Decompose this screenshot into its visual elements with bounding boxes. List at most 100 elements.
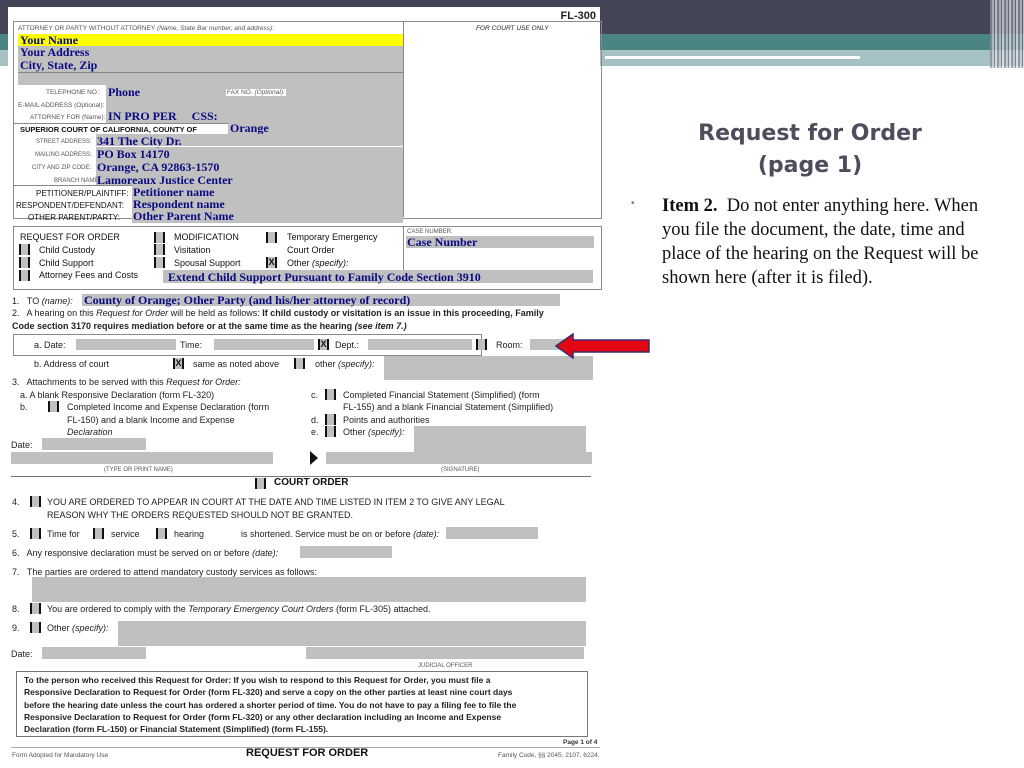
- attorney-for-value[interactable]: IN PRO PER CSS:: [108, 109, 218, 124]
- slide-title-line1: Request for Order: [698, 121, 922, 146]
- item5-time-for: Time for: [47, 529, 80, 539]
- bullet-bold: Item 2.: [662, 196, 718, 216]
- court-use-only-label: FOR COURT USE ONLY: [476, 25, 549, 32]
- mailing-label: MAILING ADDRESS:: [35, 152, 92, 158]
- city-zip-label: CITY AND ZIP CODE:: [32, 165, 92, 171]
- checkbox-other[interactable]: X: [266, 257, 277, 268]
- same-address-label: same as noted above: [193, 359, 280, 369]
- checkbox-modification[interactable]: [154, 232, 165, 243]
- address-extra-field[interactable]: [18, 73, 403, 85]
- signature-label: (SIGNATURE): [441, 467, 480, 473]
- slide-title-line2: (page 1): [757, 153, 863, 178]
- item6-date-field[interactable]: [300, 546, 392, 558]
- option-modification: MODIFICATION: [174, 232, 239, 242]
- arrow-shape: [555, 333, 650, 359]
- item3-b-line1: Completed Income and Expense Declaration…: [67, 402, 270, 412]
- other-address-label: other (specify):: [315, 359, 375, 369]
- other-address-checkbox[interactable]: [294, 358, 305, 369]
- email-label: E-MAIL ADDRESS (Optional):: [18, 102, 105, 109]
- item3-d-checkbox[interactable]: [325, 414, 336, 425]
- footer-left: Form Adopted for Mandatory Use: [12, 752, 109, 759]
- case-number-value[interactable]: Case Number: [407, 235, 477, 250]
- item3-a: a. A blank Responsive Declaration (form …: [20, 390, 215, 400]
- checkbox-spousal-support[interactable]: [154, 257, 165, 268]
- branch-label: BRANCH NAME:: [54, 178, 101, 184]
- option-attorney-fees: Attorney Fees and Costs: [39, 270, 139, 280]
- court-order-heading: COURT ORDER: [274, 477, 349, 488]
- slide-light-band-2: [605, 59, 965, 66]
- fax-label: FAX NO. (Optional):: [226, 89, 286, 96]
- dept-checkbox[interactable]: X: [318, 339, 329, 350]
- item3-e-label: Other (specify):: [343, 427, 405, 437]
- item3-c-line1: Completed Financial Statement (Simplifie…: [343, 390, 540, 400]
- option-visitation: Visitation: [174, 245, 211, 255]
- hearing-time-label: Time:: [180, 340, 203, 350]
- hearing-date-field[interactable]: [76, 339, 176, 350]
- item5-date-field[interactable]: [446, 527, 538, 539]
- same-address-checkbox[interactable]: X: [173, 358, 184, 369]
- request-heading: REQUEST FOR ORDER: [20, 232, 120, 242]
- slide-title: Request for Order (page 1): [640, 118, 980, 182]
- item3-c-checkbox[interactable]: [325, 389, 336, 400]
- attorney-label: ATTORNEY OR PARTY WITHOUT ATTORNEY (Name…: [18, 25, 275, 32]
- checkbox-visitation[interactable]: [154, 244, 165, 255]
- bullet-text: Item 2. Do not enter anything here. When…: [662, 194, 1002, 290]
- telephone-label: TELEPHONE NO.:: [46, 89, 101, 96]
- option-temporary-emergency-line2: Court Order: [287, 245, 335, 255]
- attorney-city-state-zip[interactable]: City, State, Zip: [20, 58, 97, 73]
- item3-label: 3. Attachments to be served with this Re…: [12, 377, 241, 387]
- slide-white-line: [756, 66, 1024, 68]
- court-label: SUPERIOR COURT OF CALIFORNIA, COUNTY OF: [20, 125, 197, 134]
- order-date-field[interactable]: [42, 647, 146, 659]
- checkbox-attorney-fees[interactable]: [19, 270, 30, 281]
- option-child-custody: Child Custody: [39, 245, 96, 255]
- item9-checkbox[interactable]: [30, 622, 41, 633]
- item4-line2: REASON WHY THE ORDERS REQUESTED SHOULD N…: [47, 510, 354, 520]
- item5-service-checkbox[interactable]: [93, 528, 104, 539]
- hearing-room-label: Room:: [496, 340, 523, 350]
- court-use-divider: [403, 21, 404, 217]
- bullet-dot-icon: •: [631, 198, 635, 209]
- date-field[interactable]: [42, 438, 146, 450]
- item4-checkbox[interactable]: [30, 496, 41, 507]
- item7-field[interactable]: [32, 577, 586, 602]
- item3-e-checkbox[interactable]: [325, 426, 336, 437]
- item5-text: is shortened. Service must be on or befo…: [241, 529, 440, 539]
- other-address-field[interactable]: [384, 356, 593, 380]
- item5-hearing-checkbox[interactable]: [156, 528, 167, 539]
- item3-b-checkbox[interactable]: [48, 401, 59, 412]
- judicial-officer-label: JUDICIAL OFFICER: [418, 663, 473, 669]
- hearing-time-field[interactable]: [214, 339, 314, 350]
- checkbox-child-support[interactable]: [19, 257, 30, 268]
- room-checkbox[interactable]: [476, 339, 487, 350]
- item9-field[interactable]: [118, 621, 586, 646]
- hearing-dept-field[interactable]: [368, 339, 472, 350]
- item3-b-line3: Declaration: [67, 427, 113, 437]
- street-label: STREET ADDRESS:: [36, 139, 92, 145]
- judicial-officer-signature-field[interactable]: [306, 647, 584, 659]
- option-child-support: Child Support: [39, 258, 94, 268]
- item9-num: 9.: [12, 623, 20, 633]
- other-specify-value[interactable]: Extend Child Support Pursuant to Family …: [168, 270, 481, 285]
- item1-value[interactable]: County of Orange; Other Party (and his/h…: [84, 293, 410, 308]
- attorney-for-label: ATTORNEY FOR (Name):: [30, 114, 106, 121]
- checkbox-temporary-emergency[interactable]: [266, 232, 277, 243]
- telephone-value[interactable]: Phone: [108, 85, 140, 100]
- item8-checkbox[interactable]: [30, 603, 41, 614]
- item4-line1: YOU ARE ORDERED TO APPEAR IN COURT AT TH…: [47, 497, 505, 507]
- print-name-field[interactable]: [11, 452, 273, 464]
- court-order-checkbox[interactable]: [255, 478, 266, 489]
- item3-e-letter: e.: [311, 427, 319, 437]
- item3-c-letter: c.: [311, 390, 319, 400]
- form-fl300-page: FL-300 ATTORNEY OR PARTY WITHOUT ATTORNE…: [8, 7, 602, 768]
- checkbox-child-custody[interactable]: [19, 244, 30, 255]
- hearing-date-label: a. Date:: [34, 340, 66, 350]
- signature-field[interactable]: [326, 452, 592, 464]
- date-label: Date:: [11, 440, 33, 450]
- item3-d-letter: d.: [311, 415, 319, 425]
- item1-label: 1. TO (name):: [12, 296, 73, 306]
- item6-text: 6. Any responsive declaration must be se…: [12, 548, 279, 558]
- item7-text: 7. The parties are ordered to attend man…: [12, 567, 318, 577]
- item5-checkbox[interactable]: [30, 528, 41, 539]
- other-parent-value[interactable]: Other Parent Name: [133, 209, 234, 224]
